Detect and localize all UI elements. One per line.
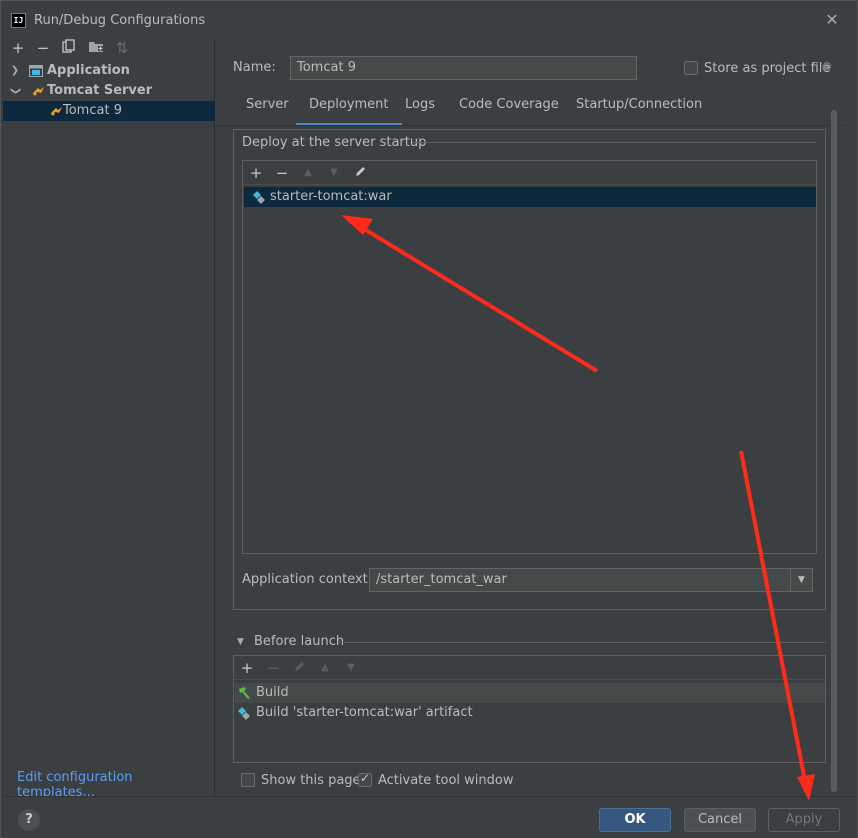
run-debug-dialog: IJ Run/Debug Configurations ✕ + − ⇅ ❯ Ap…: [0, 0, 858, 838]
annotation-arrows: [341, 215, 815, 801]
arrow-to-apply: [739, 450, 815, 801]
arrow-to-artifact: [341, 215, 599, 373]
